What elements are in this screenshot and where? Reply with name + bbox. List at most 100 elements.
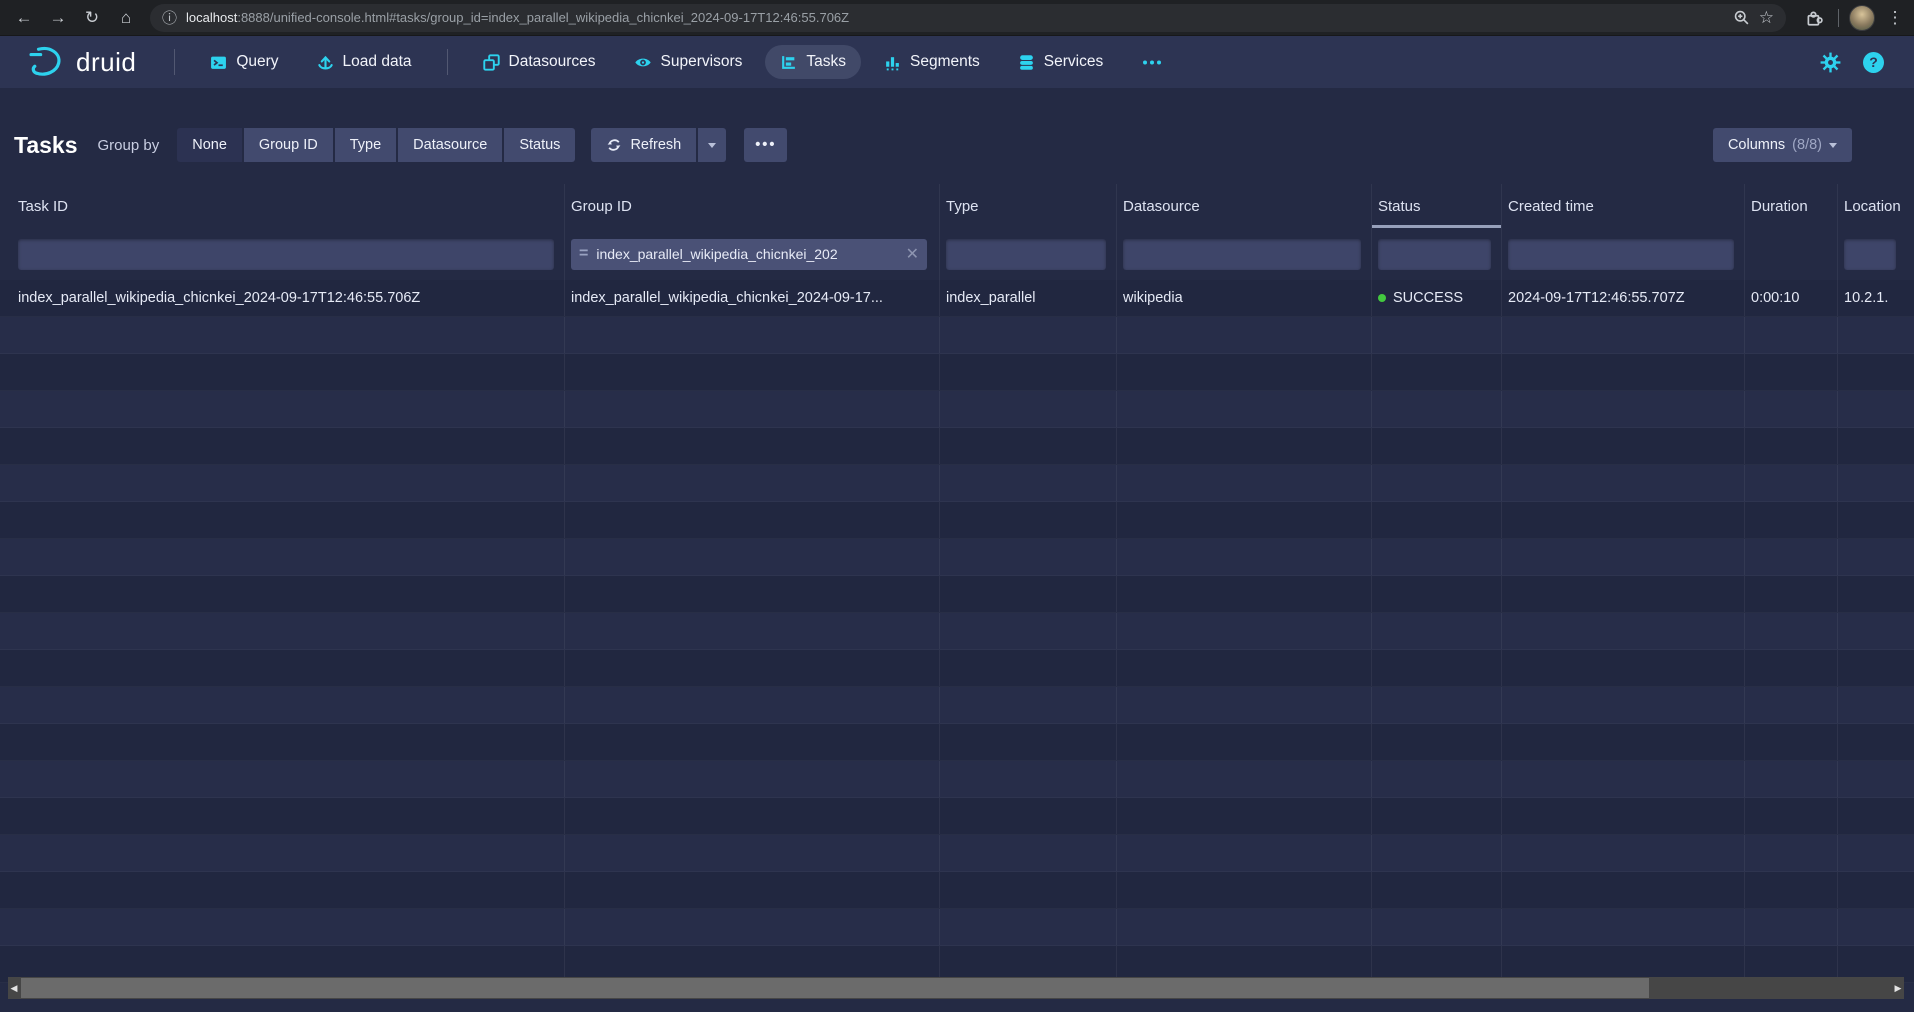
refresh-split-button: Refresh (591, 128, 726, 162)
group-id-filter-chip[interactable]: = index_parallel_wikipedia_chicnkei_202 … (571, 239, 927, 270)
datasource-filter-input[interactable] (1123, 239, 1361, 270)
settings-gear-icon[interactable] (1820, 52, 1841, 73)
empty-table-cell (1117, 391, 1372, 427)
empty-table-cell (565, 724, 940, 760)
nav-item-datasources[interactable]: Datasources (468, 45, 611, 79)
profile-avatar[interactable] (1849, 5, 1875, 31)
group-by-status-button[interactable]: Status (504, 128, 575, 162)
empty-table-cell (1745, 539, 1838, 575)
empty-table-cell (1117, 317, 1372, 353)
empty-table-cell (1117, 354, 1372, 390)
empty-table-cell (1502, 909, 1745, 945)
empty-table-cell (1502, 724, 1745, 760)
type-filter-input[interactable] (946, 239, 1106, 270)
page-info-icon[interactable]: ⓘ (162, 7, 177, 28)
equals-icon: = (579, 245, 588, 263)
nav-item-tasks[interactable]: Tasks (765, 45, 861, 79)
cell-location[interactable]: 10.2.1. (1838, 280, 1914, 316)
empty-table-cell (1838, 650, 1914, 686)
empty-table-cell (0, 798, 565, 834)
empty-table-cell (1372, 502, 1502, 538)
empty-table-cell (0, 576, 565, 612)
empty-table-cell (1502, 502, 1745, 538)
url-text[interactable]: localhost:8888/unified-console.html#task… (186, 10, 1724, 25)
refresh-dropdown-button[interactable] (698, 128, 726, 162)
empty-table-cell (1372, 576, 1502, 612)
back-icon[interactable]: ← (10, 4, 38, 32)
nav-item-services[interactable]: Services (1003, 45, 1118, 79)
column-header-created-time[interactable]: Created time (1502, 184, 1745, 228)
column-header-type[interactable]: Type (940, 184, 1117, 228)
empty-table-cell (1372, 354, 1502, 390)
bookmark-star-icon[interactable]: ☆ (1759, 8, 1774, 28)
group-by-group-id-button[interactable]: Group ID (244, 128, 333, 162)
scroll-right-icon[interactable]: ▶ (1892, 983, 1904, 994)
cell-datasource[interactable]: wikipedia (1117, 280, 1372, 316)
nav-item-supervisors[interactable]: Supervisors (619, 45, 758, 79)
cell-type[interactable]: index_parallel (940, 280, 1117, 316)
empty-table-cell (1117, 724, 1372, 760)
empty-table-cell (1502, 576, 1745, 612)
empty-table-cell (940, 613, 1117, 649)
zoom-page-icon[interactable] (1733, 9, 1750, 26)
task-id-filter-input[interactable] (18, 239, 554, 270)
empty-table-cell (0, 650, 565, 686)
column-header-datasource[interactable]: Datasource (1117, 184, 1372, 228)
group-by-type-button[interactable]: Type (335, 128, 396, 162)
scrollbar-thumb[interactable] (21, 978, 1649, 998)
nav-item-segments[interactable]: Segments (869, 45, 995, 79)
empty-table-cell (0, 428, 565, 464)
more-icon (1141, 54, 1163, 71)
empty-table-row (0, 872, 1914, 909)
clear-filter-icon[interactable]: ✕ (906, 244, 919, 264)
group-by-datasource-button[interactable]: Datasource (398, 128, 502, 162)
empty-table-cell (1745, 650, 1838, 686)
browser-menu-icon[interactable]: ⋮ (1881, 4, 1909, 32)
location-filter-input[interactable] (1844, 239, 1896, 270)
toolbar-more-button[interactable]: ••• (744, 128, 787, 162)
task-row[interactable]: index_parallel_wikipedia_chicnkei_2024-0… (0, 280, 1914, 317)
column-header-duration[interactable]: Duration (1745, 184, 1838, 228)
horizontal-scrollbar[interactable]: ◀ ▶ (8, 977, 1904, 999)
cell-duration[interactable]: 0:00:10 (1745, 280, 1838, 316)
empty-table-cell (1745, 354, 1838, 390)
empty-table-row (0, 465, 1914, 502)
empty-table-cell (565, 650, 940, 686)
empty-table-cell (1117, 539, 1372, 575)
group-by-none-button[interactable]: None (177, 128, 242, 162)
empty-table-cell (565, 391, 940, 427)
created-time-filter-input[interactable] (1508, 239, 1734, 270)
columns-button[interactable]: Columns (8/8) (1713, 128, 1852, 162)
nav-item-load-data[interactable]: Load data (302, 45, 427, 79)
empty-table-cell (1372, 539, 1502, 575)
empty-table-cell (1502, 354, 1745, 390)
empty-table-cell (1502, 428, 1745, 464)
column-header-task-id[interactable]: Task ID (0, 184, 565, 228)
cell-status[interactable]: SUCCESS (1372, 280, 1502, 316)
column-header-group-id[interactable]: Group ID (565, 184, 940, 228)
home-icon[interactable]: ⌂ (112, 4, 140, 32)
cell-group-id[interactable]: index_parallel_wikipedia_chicnkei_2024-0… (565, 280, 940, 316)
reload-icon[interactable]: ↻ (78, 4, 106, 32)
address-bar[interactable]: ⓘ localhost:8888/unified-console.html#ta… (150, 4, 1786, 32)
cell-task-id[interactable]: index_parallel_wikipedia_chicnkei_2024-0… (0, 280, 565, 316)
nav-item-query[interactable]: Query (195, 45, 293, 79)
scroll-left-icon[interactable]: ◀ (8, 983, 20, 994)
empty-table-cell (0, 613, 565, 649)
empty-table-cell (1372, 465, 1502, 501)
nav-more-button[interactable] (1126, 46, 1178, 79)
empty-table-row (0, 354, 1914, 391)
cell-created-time[interactable]: 2024-09-17T12:46:55.707Z (1502, 280, 1745, 316)
column-header-location[interactable]: Location (1838, 184, 1914, 228)
nav-item-label: Load data (343, 53, 412, 71)
column-header-status[interactable]: Status (1372, 184, 1502, 228)
status-filter-input[interactable] (1378, 239, 1491, 270)
empty-table-cell (0, 909, 565, 945)
forward-icon[interactable]: → (44, 4, 72, 32)
druid-logo[interactable]: druid (26, 45, 136, 79)
extensions-icon[interactable] (1800, 4, 1828, 32)
refresh-button[interactable]: Refresh (591, 128, 696, 162)
browser-chrome: ← → ↻ ⌂ ⓘ localhost:8888/unified-console… (0, 0, 1914, 36)
empty-table-cell (1117, 576, 1372, 612)
help-icon[interactable]: ? (1863, 52, 1884, 73)
